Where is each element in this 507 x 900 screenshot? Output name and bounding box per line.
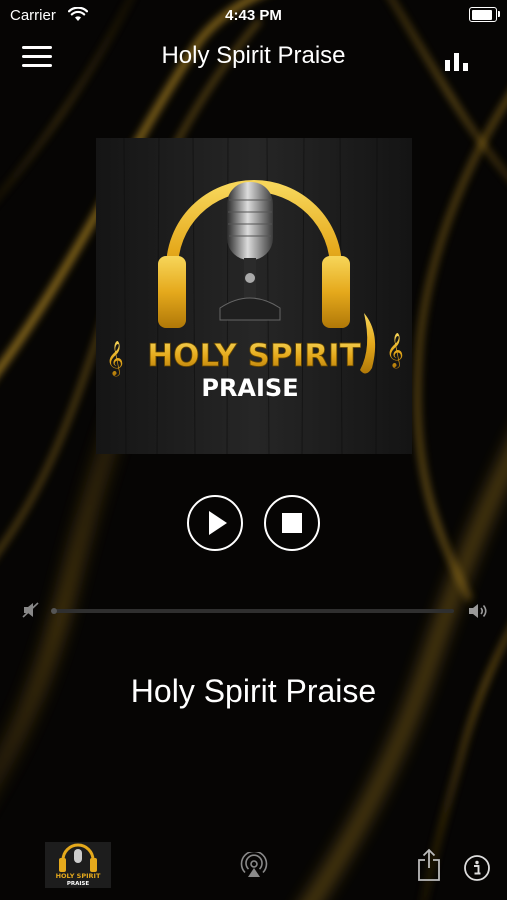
info-icon	[464, 855, 490, 881]
stop-button[interactable]	[264, 495, 320, 551]
share-button[interactable]	[417, 848, 441, 887]
mini-artwork-line1: HOLY SPIRIT	[56, 872, 101, 880]
svg-text:𝄞: 𝄞	[106, 341, 124, 377]
menu-button[interactable]	[22, 44, 54, 70]
info-button[interactable]	[463, 854, 491, 887]
airplay-icon	[240, 850, 268, 877]
navigation-bar: Holy Spirit Praise	[0, 32, 507, 82]
headphone-cup-left	[158, 256, 186, 328]
status-bar: Carrier 4:43 PM	[0, 0, 507, 32]
equalizer-icon	[445, 60, 450, 71]
stop-icon	[282, 513, 302, 533]
artwork-title-line2: PRAISE	[201, 374, 298, 402]
mini-artwork[interactable]: HOLY SPIRIT PRAISE	[45, 842, 111, 888]
playback-controls	[0, 495, 507, 555]
airplay-button[interactable]	[240, 850, 268, 885]
mini-artwork-line2: PRAISE	[67, 881, 90, 887]
bottom-toolbar: HOLY SPIRIT PRAISE	[0, 838, 507, 900]
status-time: 4:43 PM	[225, 7, 282, 24]
volume-thumb[interactable]	[51, 608, 57, 614]
play-button[interactable]	[187, 495, 243, 551]
volume-slider[interactable]	[51, 608, 454, 614]
svg-text:𝄞: 𝄞	[386, 333, 404, 369]
artwork-title-line1: HOLY SPIRIT	[147, 338, 361, 374]
headphone-cup-right	[322, 256, 350, 328]
battery-level-fill	[471, 9, 492, 20]
volume-high-icon	[469, 604, 487, 618]
page-title: Holy Spirit Praise	[161, 42, 346, 69]
share-icon	[418, 848, 440, 881]
volume-control	[0, 598, 507, 624]
now-playing-title: Holy Spirit Praise	[130, 673, 377, 709]
hamburger-menu-icon	[22, 46, 52, 49]
play-icon	[209, 511, 227, 535]
battery-icon	[469, 7, 500, 22]
volume-mute-icon	[22, 602, 39, 618]
album-artwork: 𝄞 𝄞 HOLY SPIRIT PRAISE	[96, 138, 412, 454]
equalizer-button[interactable]	[445, 49, 471, 71]
